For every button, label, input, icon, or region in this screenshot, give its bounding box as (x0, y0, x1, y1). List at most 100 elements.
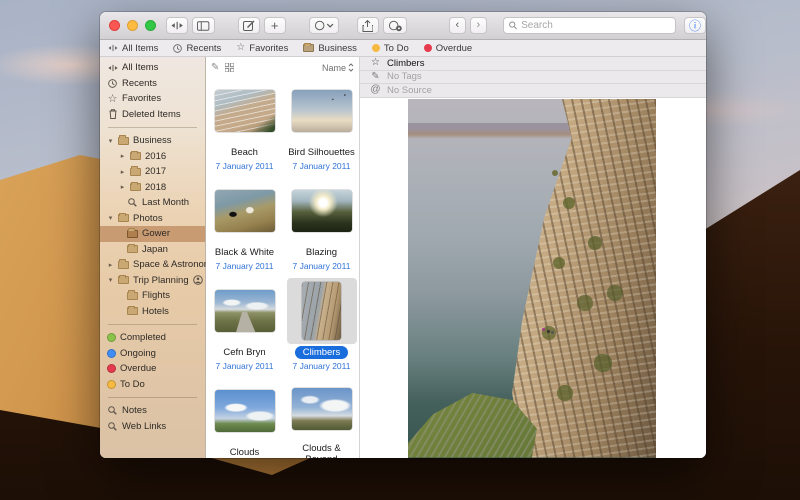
chevron-right-icon: › (476, 20, 480, 31)
photo-thumbnail[interactable] (215, 90, 275, 132)
clock-icon (173, 44, 182, 53)
forward-button[interactable]: › (470, 17, 487, 34)
sidebar-item-gower[interactable]: Gower (100, 226, 205, 242)
photo-thumbnail[interactable] (292, 388, 352, 430)
sidebar-item-japan[interactable]: Japan (100, 242, 205, 258)
filter-label: To Do (384, 43, 409, 54)
add-button[interactable]: + (264, 17, 286, 34)
preview-area (360, 98, 706, 459)
edit-titles-icon[interactable]: ✎ (211, 62, 219, 73)
filter-todo[interactable]: To Do (372, 43, 409, 54)
zoom-window-button[interactable] (145, 20, 156, 31)
photo-thumbnail[interactable] (292, 90, 352, 132)
sidebar-item-2018[interactable]: ▸ 2018 (100, 180, 205, 196)
photo-item-cefn-bryn[interactable]: Cefn Bryn 7 January 2011 (206, 278, 283, 378)
info-icon: ⓘ (689, 20, 701, 32)
disclosure-open-icon[interactable]: ▾ (107, 276, 114, 284)
photo-title: Clouds (230, 447, 260, 458)
toggle-sidebar-button[interactable] (192, 17, 214, 34)
back-button[interactable]: ‹ (449, 17, 466, 34)
folder-icon (127, 230, 138, 238)
sidebar-item-flights[interactable]: Flights (100, 288, 205, 304)
overdue-dot-icon (424, 44, 432, 52)
photo-title: Clouds & Beyond (302, 443, 341, 458)
sidebar-item-2016[interactable]: ▸ 2016 (100, 149, 205, 165)
folder-icon (130, 168, 141, 176)
photo-item-clouds-and-beyond[interactable]: Clouds & Beyond 7 January 2011 (283, 378, 360, 458)
preview-photo-climbers[interactable] (408, 99, 656, 458)
new-record-button[interactable] (238, 17, 260, 34)
app-window: + (100, 12, 706, 458)
sidebar-label: Notes (122, 405, 147, 416)
photo-item-climbers-selected[interactable]: Climbers 7 January 2011 (283, 278, 360, 378)
merge-records-button[interactable] (166, 17, 188, 34)
cliff-face (408, 99, 656, 458)
search-input[interactable] (521, 20, 670, 31)
sidebar-divider (108, 127, 197, 128)
sidebar-item-last-month[interactable]: Last Month (100, 195, 205, 211)
actions-button[interactable] (383, 17, 407, 34)
title-row[interactable]: ☆ Climbers (360, 57, 706, 71)
sidebar-item-2017[interactable]: ▸ 2017 (100, 164, 205, 180)
shared-folder-icon (193, 275, 203, 285)
sidebar-tag-overdue[interactable]: Overdue (100, 361, 205, 377)
todo-dot-icon (372, 44, 380, 52)
disclosure-open-icon[interactable]: ▾ (107, 137, 114, 145)
disclosure-closed-icon[interactable]: ▸ (119, 183, 126, 191)
photo-thumbnail[interactable] (302, 282, 341, 340)
title-bar[interactable]: + (100, 12, 706, 40)
info-button[interactable]: ⓘ (684, 17, 706, 34)
photo-thumbnail[interactable] (215, 190, 275, 232)
photo-title: Beach (231, 147, 258, 158)
sidebar-divider (108, 324, 197, 325)
sidebar-item-business[interactable]: ▾ Business (100, 133, 205, 149)
filter-favorites[interactable]: ☆ Favorites (236, 43, 288, 54)
sort-control[interactable]: Name (322, 63, 354, 73)
flag-status-dropdown[interactable] (309, 17, 340, 34)
favorite-star-icon[interactable]: ☆ (370, 58, 381, 68)
tags-row[interactable]: ✎ No Tags (360, 71, 706, 85)
photo-thumbnail[interactable] (292, 190, 352, 232)
sidebar-item-favorites[interactable]: ☆ Favorites (100, 91, 205, 107)
photo-item-beach[interactable]: Beach 7 January 2011 (206, 78, 283, 178)
sidebar-item-recents[interactable]: Recents (100, 76, 205, 92)
filter-overdue[interactable]: Overdue (424, 43, 472, 54)
minimize-window-button[interactable] (127, 20, 138, 31)
filter-business[interactable]: Business (303, 43, 357, 54)
sidebar-item-trip-planning[interactable]: ▾ Trip Planning (100, 273, 205, 289)
photo-item-blazing[interactable]: Blazing 7 January 2011 (283, 178, 360, 278)
filter-all-items[interactable]: All Items (108, 43, 158, 54)
filter-recents[interactable]: Recents (173, 43, 221, 54)
source-row[interactable]: @ No Source (360, 84, 706, 98)
photo-thumbnail[interactable] (215, 290, 275, 332)
sidebar-tag-completed[interactable]: Completed (100, 330, 205, 346)
all-items-icon (108, 44, 118, 52)
close-window-button[interactable] (109, 20, 120, 31)
sidebar-item-hotels[interactable]: Hotels (100, 304, 205, 320)
share-button[interactable] (357, 17, 379, 34)
photo-thumbnail[interactable] (215, 390, 275, 432)
sidebar-tag-ongoing[interactable]: Ongoing (100, 346, 205, 362)
photo-item-bird-silhouettes[interactable]: Bird Silhouettes 7 January 2011 (283, 78, 360, 178)
plus-icon: + (271, 19, 279, 32)
photo-item-black-and-white[interactable]: Black & White 7 January 2011 (206, 178, 283, 278)
sidebar-label: 2016 (145, 151, 166, 162)
sidebar-item-space-astronomy[interactable]: ▸ Space & Astronomy (100, 257, 205, 273)
search-field[interactable] (503, 17, 676, 34)
sidebar-tag-todo[interactable]: To Do (100, 377, 205, 393)
disclosure-closed-icon[interactable]: ▸ (107, 261, 114, 269)
disclosure-closed-icon[interactable]: ▸ (119, 152, 126, 160)
disclosure-open-icon[interactable]: ▾ (107, 214, 114, 222)
photo-item-clouds[interactable]: Clouds 7 January 2011 (206, 378, 283, 458)
folder-icon (303, 44, 314, 52)
photo-date: 7 January 2011 (293, 361, 351, 371)
sidebar-item-notes[interactable]: Notes (100, 403, 205, 419)
sidebar-label: Photos (133, 213, 163, 224)
sidebar-item-all-items[interactable]: All Items (100, 60, 205, 76)
sidebar-label: Completed (120, 332, 166, 343)
disclosure-closed-icon[interactable]: ▸ (119, 168, 126, 176)
sidebar-item-web-links[interactable]: Web Links (100, 419, 205, 435)
sidebar-item-photos[interactable]: ▾ Photos (100, 211, 205, 227)
grid-view-icon[interactable] (225, 63, 234, 72)
sidebar-item-deleted-items[interactable]: Deleted Items (100, 107, 205, 123)
